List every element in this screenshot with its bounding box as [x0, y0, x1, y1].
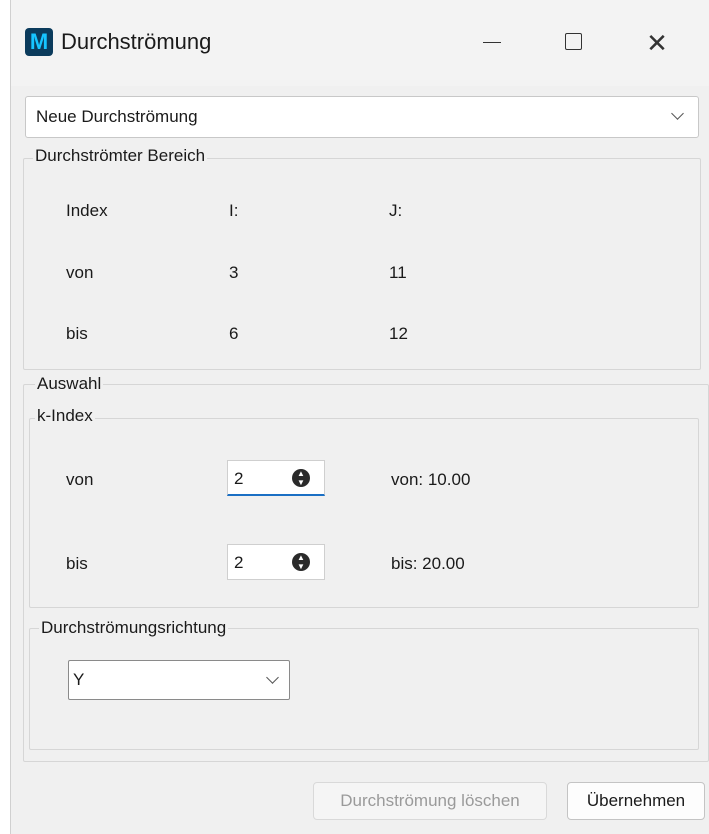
region-to-label: bis	[66, 324, 88, 343]
k-from-label: von	[66, 470, 94, 489]
k-to-spinbox[interactable]: 2 ▲ ▼	[227, 544, 325, 580]
k-to-label: bis	[66, 554, 88, 573]
k-from-spinbox[interactable]: 2 ▲ ▼	[227, 460, 325, 496]
app-icon: M	[25, 28, 53, 56]
flow-select-value: Neue Durchströmung	[36, 107, 198, 126]
apply-button[interactable]: Übernehmen	[567, 782, 705, 820]
region-group	[23, 158, 701, 370]
dialog-window: M Durchströmung ✕ Neue Durchströmung Dur…	[10, 0, 709, 834]
k-from-info: von: 10.00	[391, 470, 471, 489]
region-i-from-value: 3	[229, 263, 239, 282]
selection-group-legend: Auswahl	[35, 374, 104, 394]
direction-group-legend: Durchströmungsrichtung	[39, 618, 229, 638]
region-j-from-value: 11	[389, 263, 407, 282]
i-header: I:	[229, 201, 239, 220]
title-bar[interactable]: M Durchströmung ✕	[11, 0, 709, 86]
delete-flow-button[interactable]: Durchströmung löschen	[313, 782, 547, 820]
window-title: Durchströmung	[61, 29, 212, 54]
k-index-group-legend: k-Index	[35, 406, 95, 426]
chevron-down-icon	[266, 671, 279, 684]
region-j-to-value: 12	[389, 324, 408, 343]
region-from-label: von	[66, 263, 94, 282]
k-from-spinbox-value: 2	[234, 469, 244, 488]
k-index-group	[29, 418, 699, 608]
k-to-info: bis: 20.00	[391, 554, 465, 573]
close-icon: ✕	[646, 28, 668, 58]
minimize-button[interactable]	[465, 20, 521, 66]
index-label: Index	[66, 201, 108, 220]
spin-up-down-icon[interactable]: ▲ ▼	[292, 553, 310, 571]
maximize-button[interactable]	[545, 20, 601, 66]
direction-value: Y	[73, 670, 85, 689]
close-button[interactable]: ✕	[629, 20, 685, 66]
flow-select-dropdown[interactable]: Neue Durchströmung	[25, 96, 699, 138]
spin-up-down-icon[interactable]: ▲ ▼	[292, 469, 310, 487]
direction-dropdown[interactable]: Y	[68, 660, 290, 700]
k-to-spinbox-value: 2	[234, 553, 244, 572]
region-i-to-value: 6	[229, 324, 239, 343]
j-header: J:	[389, 201, 403, 220]
chevron-down-icon	[671, 107, 684, 120]
region-group-legend: Durchströmter Bereich	[33, 146, 208, 166]
